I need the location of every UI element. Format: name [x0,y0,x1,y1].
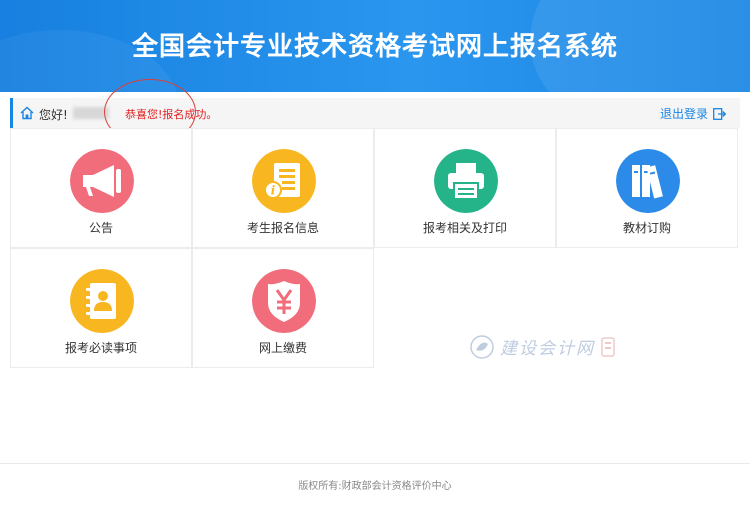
tile-label[interactable]: 网上缴费 [193,339,373,356]
books-icon [616,149,680,213]
page-title: 全国会计专业技术资格考试网上报名系统 [131,32,618,62]
watermark-logo-icon [470,334,494,359]
tile-label[interactable]: 报考相关及打印 [375,219,555,236]
logout-label[interactable]: 退出登录 [660,105,708,122]
tile-textbook-order[interactable]: 教材订购 [556,128,738,248]
svg-text:i: i [271,184,276,198]
tile-label[interactable]: 考生报名信息 [193,219,373,236]
footer: 版权所有:财政部会计资格评价中心 [0,463,750,501]
tile-label[interactable]: 教材订购 [557,219,737,236]
tile-label[interactable]: 公告 [11,219,191,236]
yuan-shield-icon [252,269,316,333]
contact-book-icon [70,269,134,333]
welcome-bar: 您好! 恭喜您!报名成功。 退出登录 [10,79,740,145]
logout-icon[interactable] [713,107,726,120]
megaphone-icon [70,149,134,213]
watermark: 建设会计网 [470,334,615,359]
info-document-icon: i [252,149,316,213]
tile-must-read[interactable]: 报考必读事项 [10,248,192,368]
watermark-text: 建设会计网 [500,339,595,359]
page-header: 全国会计专业技术资格考试网上报名系统 [0,0,750,92]
tile-announcement[interactable]: 公告 [10,128,192,248]
tile-candidate-info[interactable]: i 考生报名信息 [192,128,374,248]
greeting-text: 您好! [39,108,68,122]
printer-icon [434,149,498,213]
tile-online-payment[interactable]: 网上缴费 [192,248,374,368]
copyright-text: 版权所有:财政部会计资格评价中心 [298,481,452,492]
logout-link[interactable]: 退出登录 [660,105,726,122]
home-icon[interactable] [20,106,34,120]
watermark-seal-icon [601,336,615,357]
tile-print[interactable]: 报考相关及打印 [374,128,556,248]
tile-label[interactable]: 报考必读事项 [11,339,191,356]
